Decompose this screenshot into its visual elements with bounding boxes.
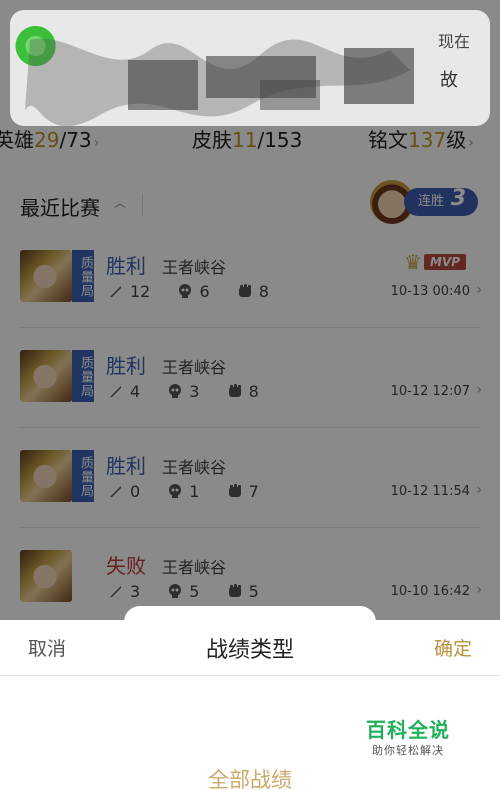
confirm-button[interactable]: 确定 xyxy=(434,634,472,661)
notification-time: 现在 xyxy=(437,32,470,51)
watermark-logo-text: 百科全说 xyxy=(366,718,450,742)
picker-option-all-records[interactable]: 全部战绩 xyxy=(0,764,500,790)
sheet-header: 取消 战绩类型 确定 xyxy=(0,620,500,676)
sheet-title: 战绩类型 xyxy=(205,638,294,663)
site-watermark: 百科全说 助你轻松解决 xyxy=(348,704,460,762)
notification-banner[interactable]: 现在 故 xyxy=(10,10,490,126)
notification-text: 故 xyxy=(440,70,458,91)
watermark-slogan: 助你轻松解决 xyxy=(372,744,444,757)
redaction-scribble xyxy=(25,38,414,126)
